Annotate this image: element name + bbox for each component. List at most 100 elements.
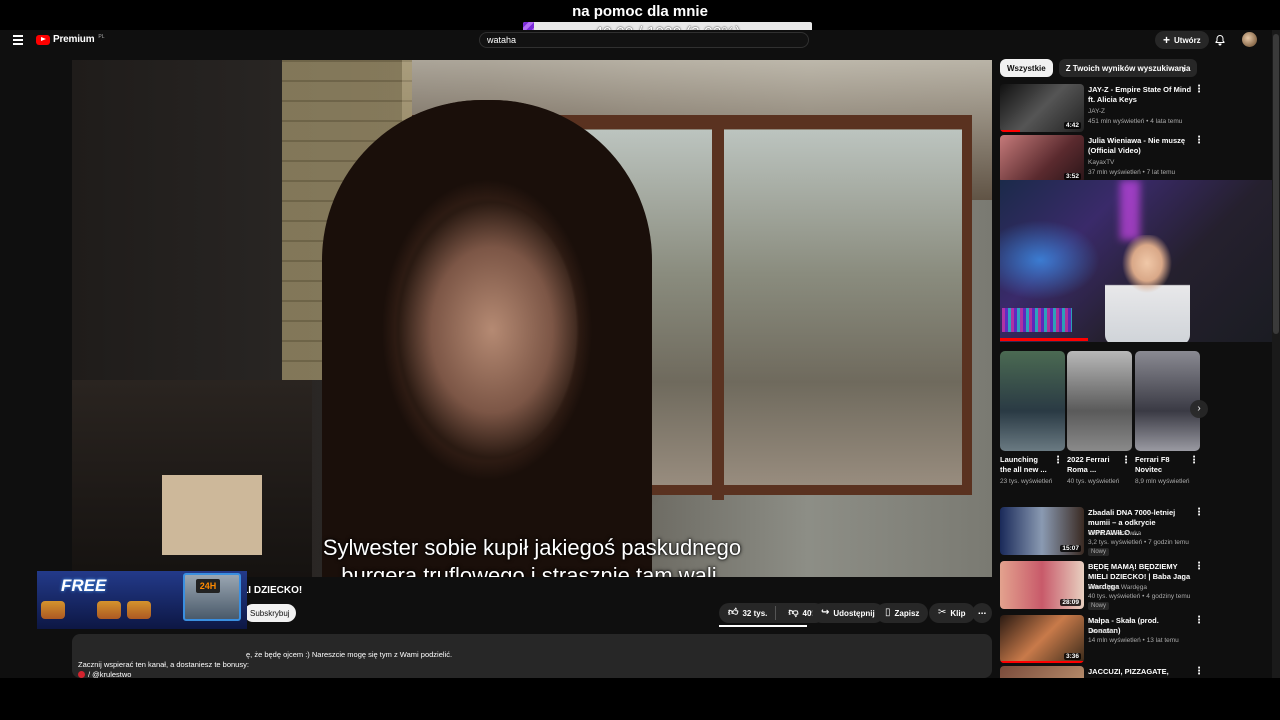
recommended-video[interactable]: 4:42 JAY-Z - Empire State Of Mind ft. Al… <box>1000 84 1260 132</box>
bookmark-icon: ▯ <box>885 607 891 618</box>
share-button[interactable]: ↪ Udostępnij <box>812 603 884 623</box>
chevron-right-icon[interactable]: › <box>1182 62 1186 76</box>
subtitle-line-1: Sylwester sobie kupił jakiegoś paskudneg… <box>322 535 742 560</box>
video-title: Julia Wieniawa - Nie muszę (Official Vid… <box>1088 136 1186 155</box>
search-input[interactable]: wataha <box>479 32 809 48</box>
channel-name: JAY-Z <box>1088 108 1105 115</box>
description-link[interactable]: / @krulestwo <box>78 670 131 678</box>
heart-icon <box>78 671 85 678</box>
short-thumbnail[interactable] <box>1135 351 1200 451</box>
promo-24h-badge: 24H <box>196 579 220 593</box>
more-vert-icon[interactable]: ⋮ <box>1194 507 1204 518</box>
thumbs-down-icon: 👎︎ <box>788 607 799 618</box>
logo-text: Premium <box>53 34 95 45</box>
scrollbar-thumb[interactable] <box>1273 34 1279 334</box>
video-stats: 40 tys. wyświetleń • 4 godziny temu <box>1088 593 1191 600</box>
video-thumbnail: 3:52 <box>1000 135 1084 183</box>
recommended-video[interactable]: 15:07 Zbadali DNA 7000-letniej mumii – a… <box>1000 507 1260 556</box>
recommended-video[interactable]: 3:52 Julia Wieniawa - Nie muszę (Officia… <box>1000 135 1260 183</box>
video-duration: 4:42 <box>1063 122 1081 129</box>
video-thumbnail: 4:42 <box>1000 84 1084 132</box>
promo-coin <box>41 601 65 619</box>
video-title: JAY-Z - Empire State Of Mind ft. Alicia … <box>1088 85 1192 104</box>
short-thumbnail[interactable] <box>1067 351 1132 451</box>
chip-all[interactable]: Wszystkie <box>1000 59 1053 77</box>
description-link-text: / @krulestwo <box>88 670 132 678</box>
like-count: 32 tys. <box>742 608 768 618</box>
plus-icon: + <box>1163 33 1171 47</box>
more-vert-icon[interactable]: ⋮ <box>1194 84 1204 95</box>
menu-icon[interactable] <box>13 35 23 45</box>
new-badge: Nowy <box>1088 548 1110 556</box>
more-vert-icon[interactable]: ⋮ <box>1194 615 1204 626</box>
create-button[interactable]: + Utwórz <box>1155 31 1209 49</box>
more-vert-icon[interactable]: ⋮ <box>1194 135 1204 146</box>
youtube-logo[interactable]: Premium PL <box>36 34 105 45</box>
recommended-video[interactable]: 28:09 BĘDĘ MAMĄ! BĘDZIEMY MIELI DZIECKO!… <box>1000 561 1260 610</box>
youtube-play-icon <box>36 34 50 45</box>
short-views: 40 tys. wyświetleń <box>1067 478 1120 485</box>
recommended-video[interactable]: JACCUZI, PIZZAGATE, ⋮ <box>1000 666 1260 678</box>
logo-region: PL <box>98 33 105 40</box>
sidebar-chips: Wszystkie Z Twoich wyników wyszukiwania <box>1000 59 1198 77</box>
watched-progress <box>1000 338 1088 341</box>
stream-overlay-title: na pomoc dla mnie <box>572 3 708 20</box>
recommended-video[interactable]: 3:36 Małpa - Skała (prod. Donatan) Proxi… <box>1000 615 1260 663</box>
shorts-shelf: Launching the all new ... ⋮ 23 tys. wyśw… <box>1000 351 1210 501</box>
video-duration: 28:09 <box>1060 599 1081 606</box>
more-vert-icon[interactable]: ⋮ <box>1189 455 1199 466</box>
watched-progress <box>1000 661 1084 663</box>
streamer-webcam <box>1000 180 1280 342</box>
chevron-right-icon[interactable]: › <box>1190 400 1208 418</box>
avatar[interactable] <box>1242 32 1257 47</box>
short-title[interactable]: Launching the all new ... <box>1000 455 1050 475</box>
scene-pillar <box>712 120 724 500</box>
more-vert-icon[interactable]: ⋮ <box>1053 455 1063 466</box>
like-button[interactable]: 👍︎ 32 tys. <box>728 606 777 620</box>
like-dislike-group: 👍︎ 32 tys. 👎︎ 409 <box>719 603 825 623</box>
description-membership: Zacznij wspierać ten kanał, a dostaniesz… <box>78 660 249 669</box>
video-stats: 451 mln wyświetleń • 4 lata temu <box>1088 118 1183 125</box>
more-actions-button[interactable]: ⋯ <box>972 603 992 623</box>
save-label: Zapisz <box>894 608 920 618</box>
short-title[interactable]: Ferrari F8 Novitec <box>1135 455 1185 475</box>
top-bar: Premium PL wataha + Utwórz <box>0 30 1280 52</box>
webcam-streamer <box>1105 235 1190 342</box>
more-vert-icon[interactable]: ⋮ <box>1194 666 1204 677</box>
new-badge: Nowy <box>1088 602 1110 610</box>
dislike-button[interactable]: 👎︎ 409 <box>780 608 816 618</box>
like-underline <box>719 625 807 627</box>
short-title[interactable]: 2022 Ferrari Roma ... <box>1067 455 1117 475</box>
promo-free-text: FREE <box>61 576 107 595</box>
create-label: Utwórz <box>1174 35 1201 45</box>
subscribe-button[interactable]: Subskrybuj <box>244 604 296 622</box>
video-player[interactable]: Sylwester sobie kupił jakiegoś paskudneg… <box>72 60 992 577</box>
video-thumbnail: 3:36 <box>1000 615 1084 663</box>
more-icon: ⋯ <box>978 608 986 618</box>
description-text: ę, że będę ojcem :) Nareszcie mogę się t… <box>246 650 453 659</box>
promo-overlay: FREE 24H <box>37 571 247 629</box>
share-icon: ↪ <box>821 607 830 618</box>
video-duration: 15:07 <box>1060 545 1081 552</box>
promo-coin <box>127 601 151 619</box>
short-thumbnail[interactable] <box>1000 351 1065 451</box>
thumbs-up-icon: 👍︎ <box>728 607 739 618</box>
short-views: 8,9 mln wyświetleń <box>1135 478 1190 485</box>
more-vert-icon[interactable]: ⋮ <box>1121 455 1131 466</box>
video-duration: 3:36 <box>1063 653 1081 660</box>
share-label: Udostępnij <box>833 608 875 618</box>
scissors-icon: ✂ <box>938 607 947 618</box>
video-duration: 3:52 <box>1063 173 1081 180</box>
short-views: 23 tys. wyświetleń <box>1000 478 1053 485</box>
description-box[interactable]: ę, że będę ojcem :) Nareszcie mogę się t… <box>72 634 992 678</box>
promo-coin <box>97 601 121 619</box>
clip-button[interactable]: ✂ Klip <box>929 603 975 623</box>
chip-from-search[interactable]: Z Twoich wyników wyszukiwania <box>1058 59 1198 77</box>
video-stats: 3,2 tys. wyświetleń • 7 godzin temu <box>1088 539 1189 546</box>
save-button[interactable]: ▯ Zapisz <box>876 603 929 623</box>
scrollbar[interactable] <box>1272 30 1280 678</box>
clip-label: Klip <box>950 608 966 618</box>
bell-icon[interactable] <box>1214 34 1226 46</box>
bottom-letterbox <box>0 678 1280 720</box>
more-vert-icon[interactable]: ⋮ <box>1194 561 1204 572</box>
